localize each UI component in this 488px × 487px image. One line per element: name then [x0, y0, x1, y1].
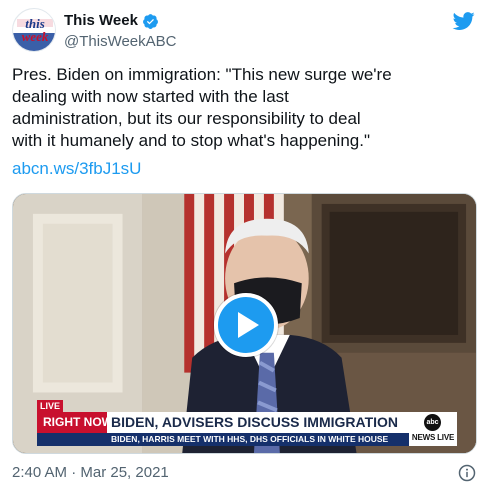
info-icon[interactable]	[458, 464, 476, 482]
account-name-block[interactable]: This Week @ThisWeekABC	[64, 11, 176, 52]
handle[interactable]: @ThisWeekABC	[64, 32, 176, 52]
news-live-label: NEWS LIVE	[411, 433, 455, 442]
avatar[interactable]: this week	[12, 8, 56, 52]
play-button[interactable]	[214, 293, 278, 357]
tweet-timestamp[interactable]: 2:40 AM · Mar 25, 2021	[12, 463, 169, 483]
this-week-logo: this week	[13, 9, 55, 51]
abc-news-live-logo: abc NEWS LIVE	[409, 412, 457, 446]
video-player[interactable]: LIVE RIGHT NOW BIDEN, ADVISERS DISCUSS I…	[12, 193, 477, 454]
abc-logo-circle: abc	[424, 414, 441, 431]
news-subheadline: BIDEN, HARRIS MEET WITH HHS, DHS OFFICIA…	[37, 433, 409, 446]
tweet-header: this week This Week @ThisWeekABC	[12, 8, 476, 54]
twitter-bird-icon[interactable]	[452, 10, 476, 32]
play-icon	[238, 312, 259, 338]
svg-text:week: week	[22, 29, 49, 44]
play-button-fill	[218, 297, 274, 353]
tweet-link[interactable]: abcn.ws/3fbJ1sU	[12, 158, 141, 180]
display-name[interactable]: This Week	[64, 11, 176, 31]
live-badge: LIVE	[37, 400, 64, 412]
verified-badge-icon	[142, 13, 158, 29]
news-headline: BIDEN, ADVISERS DISCUSS IMMIGRATION	[107, 412, 409, 433]
tweet-text: Pres. Biden on immigration: "This new su…	[12, 65, 392, 150]
display-name-text[interactable]: This Week	[64, 11, 138, 31]
